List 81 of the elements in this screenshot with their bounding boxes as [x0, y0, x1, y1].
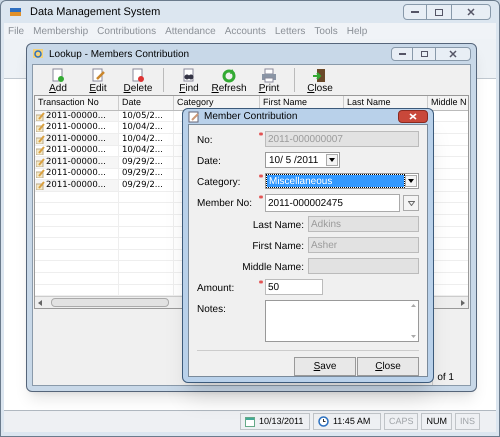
edit-icon — [36, 181, 45, 190]
toolbar-button[interactable]: Refresh — [210, 68, 248, 94]
edit-icon — [36, 123, 45, 132]
table-cell: 2011-00000... — [46, 145, 106, 156]
status-indicator: CAPS — [384, 413, 418, 430]
edit-icon — [36, 112, 45, 121]
window-title: Lookup - Members Contribution — [49, 48, 190, 62]
field-label: No: — [197, 134, 214, 148]
toolbar-button[interactable]: Print — [250, 68, 288, 94]
table-cell-text: 09/29/2... — [121, 168, 163, 180]
toolbar-button[interactable]: Delete — [119, 68, 157, 94]
toolbar-button[interactable]: Close — [301, 68, 339, 94]
field-label: Member No: — [197, 197, 254, 211]
refresh-icon — [221, 68, 237, 83]
table-cell-text: 10/04/2... — [121, 134, 163, 145]
status-indicator: NUM — [421, 413, 452, 430]
table-cell-text: 10/05/2... — [121, 110, 163, 122]
status-time: 11:45 AM — [312, 413, 381, 430]
maximize-button[interactable] — [427, 4, 451, 20]
toolbar-button[interactable]: Add — [39, 68, 77, 94]
table-cell: 2011-00000... — [46, 110, 106, 122]
close-icon — [449, 50, 457, 58]
input-field[interactable]: 50 — [265, 279, 323, 295]
toolbar-button[interactable]: Edit — [79, 68, 117, 94]
table-cell-text: 10/04/2... — [121, 122, 163, 134]
close-button[interactable] — [398, 110, 428, 123]
edit-icon — [36, 158, 45, 167]
table-cell: 2011-00000... — [46, 180, 106, 192]
dialog-button[interactable]: Save — [294, 357, 356, 376]
field-label: Middle Name: — [241, 261, 305, 275]
edit-icon — [90, 68, 106, 83]
close-button[interactable] — [451, 4, 491, 20]
table-cell-text: 09/29/2... — [121, 156, 163, 168]
edit-icon — [36, 134, 45, 144]
input-field[interactable] — [308, 258, 419, 274]
table-cell: 2011-00000... — [46, 156, 106, 168]
note-icon — [188, 110, 200, 122]
edit-icon — [36, 169, 45, 178]
field-label: First Name: — [251, 240, 305, 254]
window-title: Data Management System — [30, 4, 160, 20]
toolbar-button[interactable]: Find — [170, 68, 208, 94]
status-indicator: INS — [454, 413, 480, 430]
table-cell-text: 09/29/2... — [121, 180, 163, 192]
column-header[interactable]: Date — [119, 96, 174, 110]
date-picker[interactable]: 10/ 5 /2011 — [265, 152, 340, 168]
app-icon — [9, 6, 22, 18]
calendar-icon — [244, 416, 255, 426]
edit-icon — [36, 146, 45, 156]
field-label: Category: — [197, 176, 242, 190]
minimize-button[interactable] — [391, 47, 413, 61]
table-cell: 2011-00000... — [46, 168, 106, 180]
dropdown-button[interactable] — [326, 154, 338, 166]
maximize-button[interactable] — [413, 47, 435, 61]
caret-icon — [408, 200, 414, 206]
close-button[interactable] — [435, 47, 471, 61]
search-icon — [32, 48, 45, 60]
scrollbar-thumb[interactable] — [51, 298, 169, 308]
table-cell: 2011-00000... — [46, 122, 106, 134]
delete-icon — [130, 68, 146, 83]
clock-icon — [318, 416, 329, 427]
status-date: 10/13/2011 — [240, 413, 310, 430]
input-field[interactable]: 2011-000002475 — [265, 194, 400, 212]
minimize-button[interactable] — [403, 4, 427, 20]
dialog-button[interactable]: Close — [357, 357, 419, 376]
field-label: Amount: — [197, 282, 236, 296]
table-cell: 2011-00000... — [46, 134, 106, 145]
table-cell-text: 10/04/2... — [121, 145, 163, 156]
field-label: Date: — [197, 155, 222, 169]
caret-icon — [329, 158, 335, 162]
field-label: Notes: — [197, 303, 227, 317]
scroll-left-icon[interactable] — [37, 300, 43, 306]
column-header[interactable]: Transaction No — [35, 96, 119, 110]
dialog-title: Member Contribution — [204, 110, 298, 124]
close-icon — [312, 68, 328, 83]
scroll-right-icon[interactable] — [460, 300, 466, 306]
field-label: Last Name: — [252, 219, 305, 233]
add-icon — [50, 68, 66, 83]
print-icon — [261, 68, 277, 83]
caret-icon — [408, 179, 414, 183]
close-icon — [467, 8, 475, 16]
close-icon — [409, 113, 417, 120]
